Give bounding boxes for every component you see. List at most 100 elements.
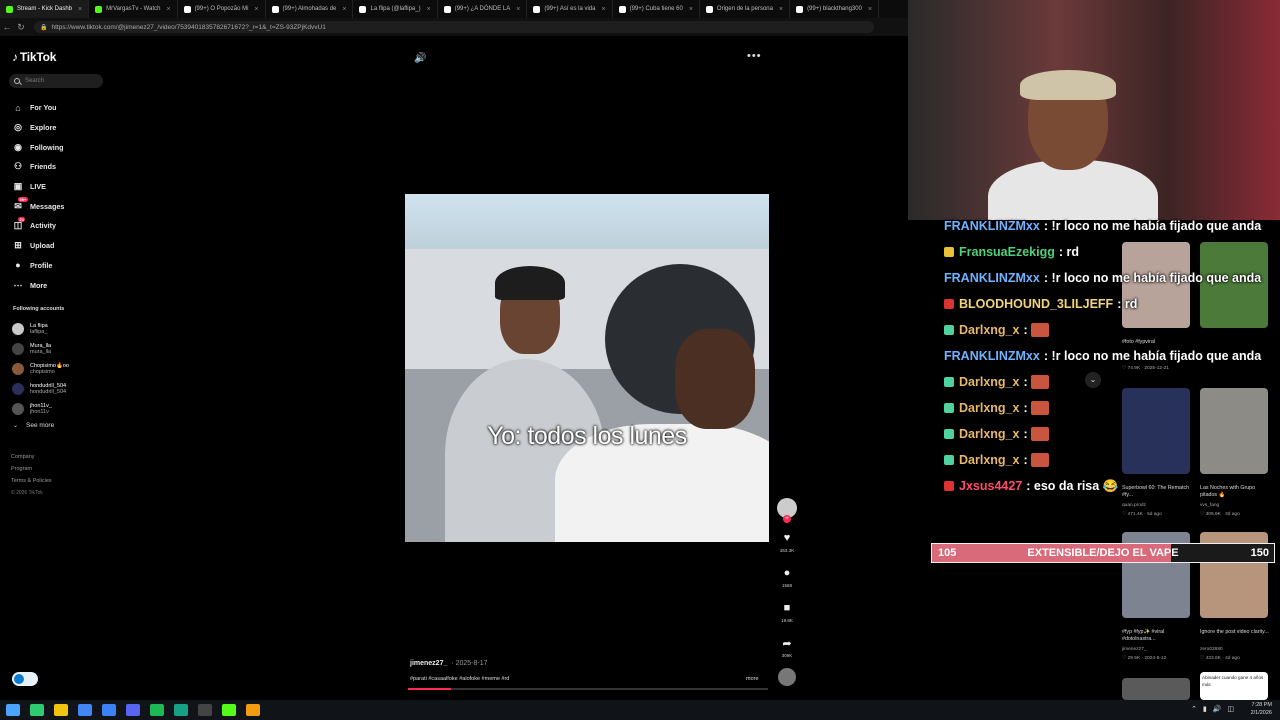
search-input[interactable]: Search [9,74,103,88]
sidebar-item-for-you[interactable]: ⌂ For You [12,98,64,118]
sidebar-item-messages[interactable]: ✉ 99+ Messages [12,196,64,216]
footer-company[interactable]: Company [11,451,52,463]
sidebar-item-live[interactable]: ▣ LIVE [12,177,64,197]
video-hashtags[interactable]: #parati #casaalfoke #alofoke #meme #rd [410,676,509,682]
live-icon: ▣ [12,181,24,193]
obs-icon[interactable] [198,704,212,716]
autoscroll-toggle[interactable] [12,672,38,686]
browser-tab[interactable]: La flipa (@laflipa_) × [353,0,438,18]
tab-favicon-icon [796,5,804,13]
url-field[interactable]: 🔒 https://www.tiktok.com/@jimenez27_/vid… [34,21,874,33]
terminal-icon[interactable] [30,704,44,716]
share-count: 309K [781,653,793,658]
following-account[interactable]: La flipa laflipa_ [12,319,69,339]
chat-message: Darlxng_x: [944,447,1049,473]
tab-close-icon[interactable]: × [516,6,520,13]
save-button[interactable]: ■ 19.8K [776,602,798,623]
like-count: 353.3K [779,548,795,553]
app-icon-2[interactable] [174,704,188,716]
sidebar-item-friends[interactable]: ⚇ Friends [12,157,64,177]
sidebar-item-profile[interactable]: ● Profile [12,256,64,276]
follow-plus-icon[interactable]: + [783,515,791,523]
video-progress-bar[interactable] [408,688,768,690]
see-more-button[interactable]: ⌄ See more [13,422,54,429]
tab-favicon-icon [271,5,279,13]
chat-message: FRANKLINZMxx: !r loco no me había fijado… [944,343,1261,369]
video-player[interactable]: Yo: todos los lunes [405,194,769,542]
account-handle: mura_lla [30,349,52,355]
browser-tab[interactable]: (99+) Almohadas de × [266,0,354,18]
tiktok-logo[interactable]: ♪ TikTok [12,50,56,64]
description-more-link[interactable]: more [746,676,759,682]
video-stats: ♡ 29.5K · 2024-5-12 [1122,656,1167,661]
browser-tab[interactable]: MrVargasTv - Watch × [89,0,178,18]
tab-close-icon[interactable]: × [166,6,170,13]
share-button[interactable]: ➦ 309K [776,637,798,658]
tab-close-icon[interactable]: × [342,6,346,13]
app-icon-3[interactable] [246,704,260,716]
tab-close-icon[interactable]: × [78,6,82,13]
spotify-icon[interactable] [150,704,164,716]
author-name[interactable]: jimenez27_ [410,660,447,667]
tab-close-icon[interactable]: × [427,6,431,13]
app-icon-1[interactable] [102,704,116,716]
kick-icon[interactable] [222,704,236,716]
following-account[interactable]: Chopisimo🔥oo chopisimo [12,359,69,379]
chat-badge-icon [944,325,954,335]
following-account[interactable]: Mura_lla mura_lla [12,339,69,359]
tab-close-icon[interactable]: × [779,6,783,13]
tab-close-icon[interactable]: × [602,6,606,13]
like-button[interactable]: ♥ 353.3K [776,532,798,553]
video-thumbnail[interactable] [1122,678,1190,700]
home-icon: ⌂ [12,102,24,114]
account-handle: chopisimo [30,369,55,375]
tab-label: Stream - Kick Dashb [17,6,73,12]
chrome-icon[interactable] [78,704,92,716]
account-names: hondudrill_504 hondudrill_504 [30,383,66,395]
scroll-down-icon[interactable]: ⌄ [1085,372,1101,388]
following-account[interactable]: hondudrill_504 hondudrill_504 [12,379,69,399]
tab-label: (99+) ¿A DÓNDE LA [454,6,511,12]
sidebar-nav: ⌂ For You ◎ Explore ◉ Following ⚇ Friends ▣ LIVE ✉… [12,98,65,295]
more-icon: ⋯ [12,279,24,291]
browser-tab[interactable]: (99+) blackthang300 × [790,0,880,18]
nav-glyph: ◎ [14,122,22,133]
nav-glyph: ✉ [14,200,22,211]
clock-date: 2/1/2026 [1250,710,1272,716]
sidebar-item-following[interactable]: ◉ Following [12,137,64,157]
sidebar-item-more[interactable]: ⋯ More [12,275,64,295]
sidebar-item-upload[interactable]: ⊞ Upload [12,236,64,256]
sidebar-item-explore[interactable]: ◎ Explore [12,118,64,138]
browser-tab[interactable]: (99+) Así es la vida × [527,0,613,18]
following-account[interactable]: jhon11v_ jhon11v [12,399,69,419]
footer-terms[interactable]: Terms & Policies [11,475,52,487]
tab-close-icon[interactable]: × [254,6,258,13]
account-handle: hondudrill_504 [30,389,67,395]
file-explorer-icon[interactable] [54,704,68,716]
volume-icon[interactable]: 🔊 [414,53,426,64]
goal-current: 105 [938,547,957,559]
tab-close-icon[interactable]: × [868,6,872,13]
chat-username: BLOODHOUND_3LILJEFF [959,297,1114,311]
reload-icon[interactable]: ↻ [14,22,28,33]
creator-avatar[interactable]: + [777,498,797,523]
browser-tab[interactable]: (99+) O Popozão Mi × [178,0,266,18]
nav-glyph: ⚇ [13,161,23,172]
discord-icon[interactable] [126,704,140,716]
back-icon[interactable]: ← [0,22,14,32]
music-disc-icon[interactable] [778,668,796,686]
browser-tab[interactable]: Origen de la persona × [700,0,791,18]
messages-icon: ✉ 99+ [12,197,28,212]
browser-tab[interactable]: (99+) Cuba tiene 60 × [613,0,700,18]
browser-tab[interactable]: (99+) ¿A DÓNDE LA × [438,0,528,18]
chat-message: FRANKLINZMxx: !r loco no me había fijado… [944,213,1261,239]
more-options-icon[interactable]: ••• [747,50,762,62]
footer-program[interactable]: Program [11,463,52,475]
sidebar-item-activity[interactable]: ◫ 21 Activity [12,216,64,236]
tab-close-icon[interactable]: × [689,6,693,13]
clock[interactable]: 7:28 PM 2/1/2026 [1251,701,1272,717]
comment-button[interactable]: ● 1568 [776,567,798,588]
tray-icons[interactable]: ⌃ ▮ 🔊 ◫ [1191,705,1236,713]
browser-tab[interactable]: Stream - Kick Dashb × [0,0,90,18]
start-icon[interactable] [6,704,20,716]
